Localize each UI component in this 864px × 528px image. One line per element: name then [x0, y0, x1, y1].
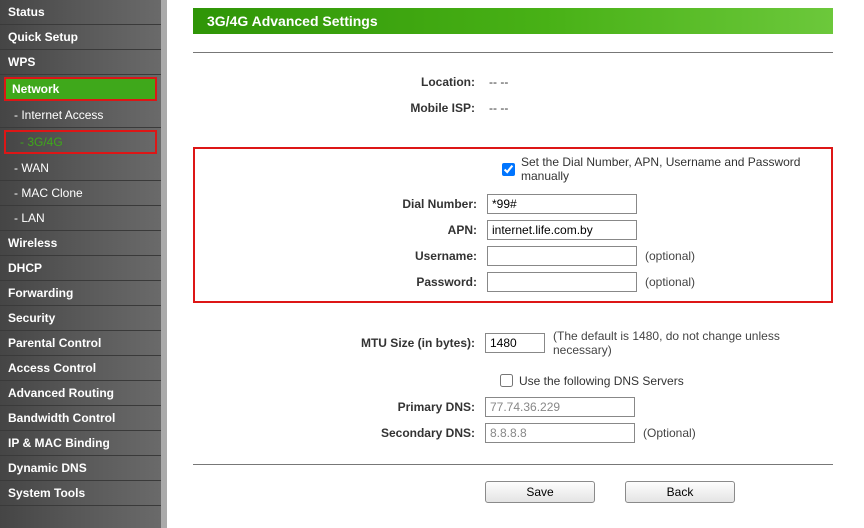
nav-item-5[interactable]: - 3G/4G — [4, 130, 157, 154]
nav-item-4[interactable]: - Internet Access — [0, 103, 161, 128]
secondary-dns-label: Secondary DNS: — [193, 426, 485, 440]
nav-item-13[interactable]: Parental Control — [0, 331, 161, 356]
apn-input[interactable] — [487, 220, 637, 240]
nav-item-11[interactable]: Forwarding — [0, 281, 161, 306]
mtu-label: MTU Size (in bytes): — [193, 336, 485, 350]
manual-checkbox-label: Set the Dial Number, APN, Username and P… — [521, 155, 827, 183]
nav-item-18[interactable]: Dynamic DNS — [0, 456, 161, 481]
mtu-input[interactable] — [485, 333, 545, 353]
nav-item-19[interactable]: System Tools — [0, 481, 161, 506]
dial-number-label: Dial Number: — [195, 197, 487, 211]
nav-item-10[interactable]: DHCP — [0, 256, 161, 281]
dial-number-input[interactable] — [487, 194, 637, 214]
nav-item-8[interactable]: - LAN — [0, 206, 161, 231]
nav-item-12[interactable]: Security — [0, 306, 161, 331]
nav-item-15[interactable]: Advanced Routing — [0, 381, 161, 406]
password-input[interactable] — [487, 272, 637, 292]
nav-item-7[interactable]: - MAC Clone — [0, 181, 161, 206]
username-input[interactable] — [487, 246, 637, 266]
manual-settings-highlight: Set the Dial Number, APN, Username and P… — [193, 147, 833, 303]
username-label: Username: — [195, 249, 487, 263]
manual-checkbox[interactable] — [502, 163, 515, 176]
nav-item-1[interactable]: Quick Setup — [0, 25, 161, 50]
nav-item-16[interactable]: Bandwidth Control — [0, 406, 161, 431]
nav-item-6[interactable]: - WAN — [0, 156, 161, 181]
username-optional: (optional) — [645, 249, 695, 263]
secondary-dns-optional: (Optional) — [643, 426, 696, 440]
nav-item-3[interactable]: Network — [4, 77, 157, 101]
nav-item-0[interactable]: Status — [0, 0, 161, 25]
back-button[interactable]: Back — [625, 481, 735, 503]
primary-dns-input[interactable] — [485, 397, 635, 417]
primary-dns-label: Primary DNS: — [193, 400, 485, 414]
save-button[interactable]: Save — [485, 481, 595, 503]
apn-label: APN: — [195, 223, 487, 237]
mobile-isp-value: -- -- — [485, 101, 833, 115]
nav-item-17[interactable]: IP & MAC Binding — [0, 431, 161, 456]
sidebar: StatusQuick SetupWPSNetwork- Internet Ac… — [0, 0, 167, 528]
mobile-isp-label: Mobile ISP: — [193, 101, 485, 115]
nav-item-14[interactable]: Access Control — [0, 356, 161, 381]
location-value: -- -- — [485, 75, 833, 89]
location-label: Location: — [193, 75, 485, 89]
use-dns-checkbox[interactable] — [500, 374, 513, 387]
page-title: 3G/4G Advanced Settings — [193, 8, 833, 34]
password-optional: (optional) — [645, 275, 695, 289]
divider — [193, 52, 833, 53]
mtu-hint: (The default is 1480, do not change unle… — [553, 329, 833, 357]
secondary-dns-input[interactable] — [485, 423, 635, 443]
nav-item-9[interactable]: Wireless — [0, 231, 161, 256]
divider — [193, 464, 833, 465]
main-content: 3G/4G Advanced Settings Location: -- -- … — [167, 0, 864, 528]
settings-form: Location: -- -- Mobile ISP: -- -- Set th… — [193, 69, 833, 503]
password-label: Password: — [195, 275, 487, 289]
use-dns-label: Use the following DNS Servers — [519, 374, 684, 388]
nav-item-2[interactable]: WPS — [0, 50, 161, 75]
